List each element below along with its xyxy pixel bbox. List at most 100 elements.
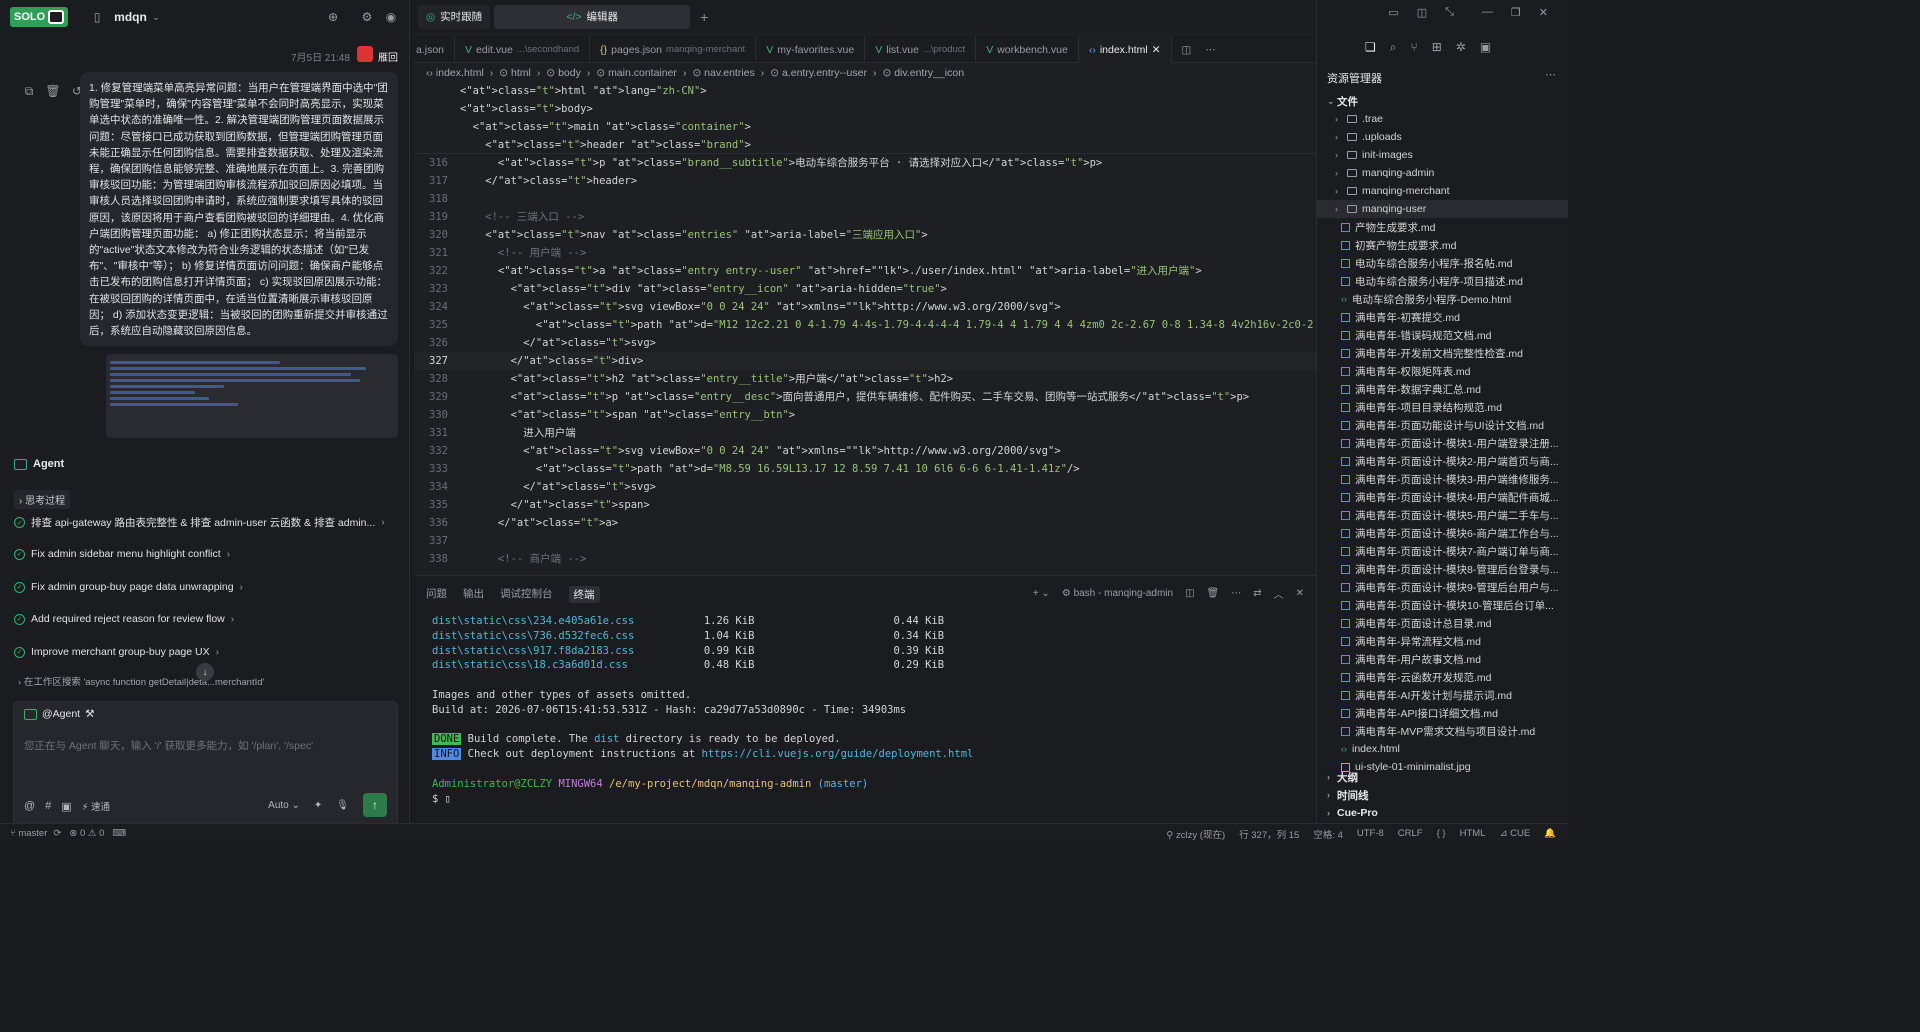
code-line[interactable]: 326 </"at">class="t">svg> xyxy=(414,334,1316,352)
tab-debug-console[interactable]: 调试控制台 xyxy=(500,586,553,603)
files-section-header[interactable]: ⌄ 文件 xyxy=(1317,92,1568,110)
code-line[interactable]: 334 </"at">class="t">svg> xyxy=(414,478,1316,496)
code-line[interactable]: 323 <"at">class="t">div "at">class="entr… xyxy=(414,280,1316,298)
file-item[interactable]: 满电青年-错误码规范文档.md xyxy=(1317,326,1568,344)
cue-indicator[interactable]: ⊿ CUE xyxy=(1499,828,1530,839)
code-line[interactable]: 337 xyxy=(414,532,1316,550)
new-terminal-icon[interactable]: + ⌄ xyxy=(1033,588,1050,599)
breadcrumb-item[interactable]: ⊙ div.entry__icon xyxy=(882,67,964,79)
task-item[interactable]: ✓ Fix admin group-buy page data unwrappin… xyxy=(14,581,243,593)
image-icon[interactable]: ▣ xyxy=(61,800,71,813)
file-item[interactable]: 满电青年-数据字典汇总.md xyxy=(1317,380,1568,398)
file-tab[interactable]: Vworkbench.vue xyxy=(976,36,1079,63)
tab-output[interactable]: 输出 xyxy=(463,586,484,603)
file-tab[interactable]: Vlist.vue ...\product xyxy=(865,36,977,63)
code-line[interactable]: 321 <!-- 用户端 --> xyxy=(414,244,1316,262)
more-icon[interactable]: ⋯ xyxy=(1205,44,1216,56)
file-item[interactable]: 满电青年-权限矩阵表.md xyxy=(1317,362,1568,380)
code-line[interactable]: 331 进入用户端 xyxy=(414,424,1316,442)
blame-indicator[interactable]: ⚲ zclzy (现在) xyxy=(1166,827,1225,841)
code-line[interactable]: 316 <"at">class="t">p "at">class="brand_… xyxy=(414,154,1316,172)
folder-item[interactable]: › manqing-merchant xyxy=(1317,182,1568,200)
branch-indicator[interactable]: ⑂ master xyxy=(10,828,47,839)
terminal-output[interactable]: dist\static\css\234.e405a61e.css 1.26 Ki… xyxy=(432,614,973,806)
chevron-down-icon[interactable]: ⌄ xyxy=(147,8,165,26)
breadcrumb-item[interactable]: ⊙ main.container xyxy=(596,67,677,79)
task-item[interactable]: ✓ Add required reject reason for review f… xyxy=(14,613,234,625)
file-item[interactable]: 满电青年-页面设计-模块8-管理后台登录与... xyxy=(1317,560,1568,578)
maximize-icon[interactable]: ︿ xyxy=(1274,586,1284,601)
folder-item[interactable]: › init-images xyxy=(1317,146,1568,164)
breadcrumb-item[interactable]: ⊙ body xyxy=(546,67,581,79)
scroll-down-button[interactable]: ↓ xyxy=(196,663,214,681)
code-line[interactable]: 332 <"at">class="t">svg viewBox="0 0 24 … xyxy=(414,442,1316,460)
file-item[interactable]: 满电青年-MVP需求文档与项目设计.md xyxy=(1317,722,1568,740)
file-item[interactable]: ‹› index.html xyxy=(1317,740,1568,758)
attached-screenshot[interactable] xyxy=(106,354,398,438)
file-item[interactable]: 满电青年-页面设计-模块6-商户端工作台与... xyxy=(1317,524,1568,542)
cue-pro-section[interactable]: › Cue-Pro xyxy=(1317,804,1568,822)
file-tab[interactable]: a.json xyxy=(414,36,456,63)
more-icon[interactable]: ⋯ xyxy=(1545,68,1556,81)
sticky-line[interactable]: <"at">class="t">main "at">class="contain… xyxy=(414,118,1316,136)
braces-indicator[interactable]: { } xyxy=(1437,828,1446,839)
task-item[interactable]: ✓ Improve merchant group-buy page UX › xyxy=(14,646,219,658)
chat-input-placeholder[interactable]: 您正在与 Agent 聊天，输入 '/' 获取更多能力，如 '/plan', '… xyxy=(24,738,313,753)
tab-terminal[interactable]: 终端 xyxy=(568,586,600,603)
mode-select[interactable]: Auto ⌄ xyxy=(268,800,300,811)
gear-icon[interactable]: ⚙ xyxy=(358,8,376,26)
timeline-section[interactable]: › 时间线 xyxy=(1317,786,1568,804)
chat-input-box[interactable]: @Agent ⚒ 您正在与 Agent 聊天，输入 '/' 获取更多能力，如 '/… xyxy=(13,701,398,826)
code-line[interactable]: 324 <"at">class="t">svg viewBox="0 0 24 … xyxy=(414,298,1316,316)
file-item[interactable]: 满电青年-页面设计-模块10-管理后台订单... xyxy=(1317,596,1568,614)
settings-icon[interactable]: ⚒ xyxy=(85,708,94,720)
file-item[interactable]: 初赛产物生成要求.md xyxy=(1317,236,1568,254)
code-line[interactable]: 330 <"at">class="t">span "at">class="ent… xyxy=(414,406,1316,424)
file-item[interactable]: 电动车综合服务小程序-报名帖.md xyxy=(1317,254,1568,272)
sticky-line[interactable]: <"at">class="t">header "at">class="brand… xyxy=(414,136,1316,154)
file-item[interactable]: 满电青年-开发前文档完整性检查.md xyxy=(1317,344,1568,362)
code-line[interactable]: 322 <"at">class="t">a "at">class="entry … xyxy=(414,262,1316,280)
file-item[interactable]: 满电青年-初赛提交.md xyxy=(1317,308,1568,326)
trash-icon[interactable]: 🗑 xyxy=(1207,588,1220,599)
close-icon[interactable]: ✕ xyxy=(1152,44,1161,56)
close-window-icon[interactable]: ✕ xyxy=(1539,6,1548,19)
layout-icon[interactable]: ▭ xyxy=(1388,6,1398,19)
file-item[interactable]: 满电青年-页面设计-模块1-用户端登录注册... xyxy=(1317,434,1568,452)
split-terminal-icon[interactable]: ◫ xyxy=(1185,588,1194,599)
file-item[interactable]: 满电青年-页面设计-模块9-管理后台用户与... xyxy=(1317,578,1568,596)
breadcrumb-item[interactable]: ‹› index.html xyxy=(426,67,484,79)
solo-logo[interactable]: SOLO xyxy=(10,7,69,27)
restore-icon[interactable]: ❐ xyxy=(1511,6,1521,19)
extensions-icon[interactable]: ⊞ xyxy=(1432,40,1442,55)
outline-section[interactable]: › 大纲 xyxy=(1317,768,1568,786)
code-line[interactable]: 318 xyxy=(414,190,1316,208)
code-line[interactable]: 320 <"at">class="t">nav "at">class="entr… xyxy=(414,226,1316,244)
file-item[interactable]: 满电青年-项目目录结构规范.md xyxy=(1317,398,1568,416)
file-item[interactable]: 满电青年-AI开发计划与提示词.md xyxy=(1317,686,1568,704)
code-line[interactable]: 325 <"at">class="t">path "at">d="M12 12c… xyxy=(414,316,1316,334)
folder-item[interactable]: › .uploads xyxy=(1317,128,1568,146)
breadcrumb-item[interactable]: ⊙ html xyxy=(499,67,531,79)
file-item[interactable]: 满电青年-页面设计-模块3-用户端维修服务... xyxy=(1317,470,1568,488)
search-step[interactable]: › 在工作区搜索 'async function getDetail|deta.… xyxy=(18,674,264,688)
delete-icon[interactable]: 🗑 xyxy=(44,82,62,100)
file-item[interactable]: 产物生成要求.md xyxy=(1317,218,1568,236)
files-icon[interactable]: ❏ xyxy=(1365,40,1376,55)
code-line[interactable]: 319 <!-- 三端入口 --> xyxy=(414,208,1316,226)
problems-indicator[interactable]: ⊗ 0 ⚠ 0 xyxy=(69,828,104,839)
breadcrumb-item[interactable]: ⊙ a.entry.entry--user xyxy=(770,67,867,79)
sparkle-icon[interactable]: ✦ xyxy=(314,800,322,811)
speed-toggle[interactable]: ⚡ 速通 xyxy=(82,799,110,813)
panel-icon[interactable]: ◫ xyxy=(1417,6,1427,19)
mic-icon[interactable]: 🎙 xyxy=(336,800,349,811)
terminal-shell-select[interactable]: ⚙ bash - manqing-admin xyxy=(1062,588,1173,599)
agent-tag[interactable]: @Agent ⚒ xyxy=(24,708,95,720)
source-control-icon[interactable]: ⑂ xyxy=(1411,40,1418,55)
tab-problems[interactable]: 问题 xyxy=(426,586,447,603)
file-item[interactable]: ‹› 电动车综合服务小程序-Demo.html xyxy=(1317,290,1568,308)
code-area[interactable]: 316 <"at">class="t">p "at">class="brand_… xyxy=(414,154,1316,570)
code-line[interactable]: 327 </"at">class="t">div> xyxy=(414,352,1316,370)
sync-icon[interactable]: ⟳ xyxy=(53,828,61,839)
encoding[interactable]: UTF-8 xyxy=(1357,828,1384,839)
